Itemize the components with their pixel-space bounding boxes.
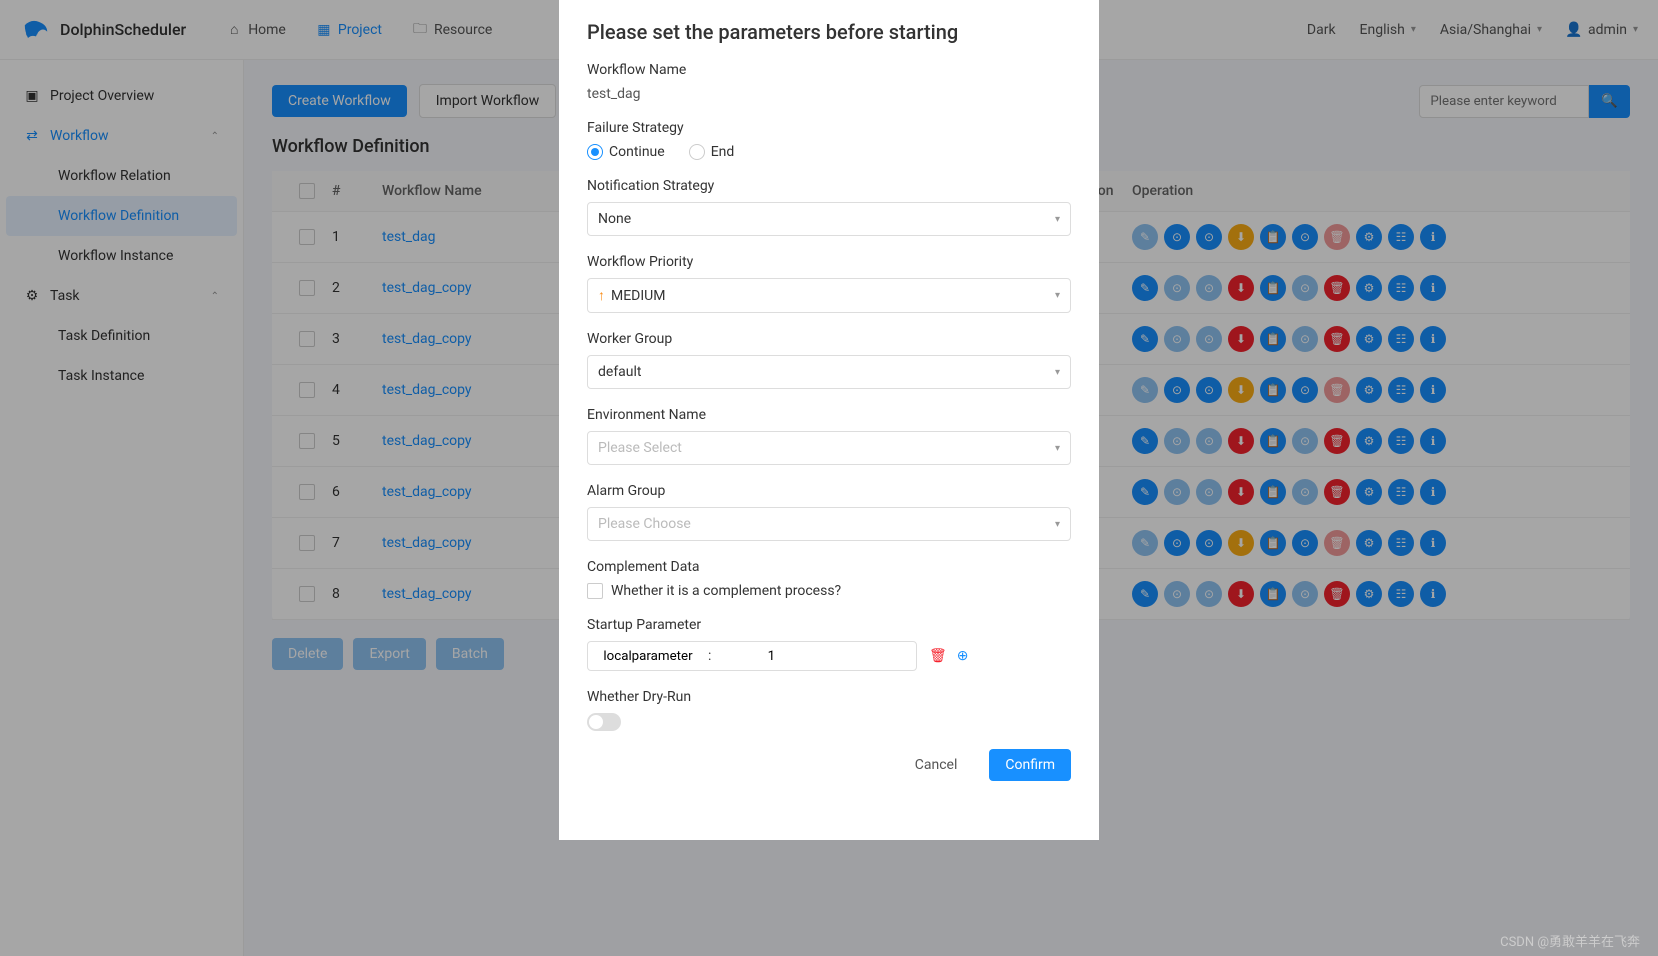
param-separator: :: [708, 648, 711, 664]
add-param-icon[interactable]: ⊕: [957, 648, 969, 664]
complement-label: Complement Data: [587, 559, 1071, 575]
arrow-up-icon: ↑: [598, 288, 605, 304]
cancel-button[interactable]: Cancel: [899, 749, 974, 781]
checkbox-icon: [587, 583, 603, 599]
radio-unchecked-icon: [689, 144, 705, 160]
modal-title: Please set the parameters before startin…: [587, 20, 1071, 44]
notification-strategy-label: Notification Strategy: [587, 178, 1071, 194]
workflow-name-label: Workflow Name: [587, 62, 1071, 78]
failure-continue-radio[interactable]: Continue: [587, 144, 665, 160]
startup-param-row: :: [587, 641, 917, 671]
alarm-group-select[interactable]: Please Choose▾: [587, 507, 1071, 541]
complement-checkbox-row[interactable]: Whether it is a complement process?: [587, 583, 1071, 599]
dryrun-label: Whether Dry-Run: [587, 689, 1071, 705]
alarm-group-label: Alarm Group: [587, 483, 1071, 499]
priority-select[interactable]: ↑MEDIUM▾: [587, 278, 1071, 313]
worker-group-label: Worker Group: [587, 331, 1071, 347]
chevron-down-icon: ▾: [1055, 214, 1060, 225]
delete-param-icon[interactable]: 🗑: [929, 648, 947, 664]
param-key-input[interactable]: [598, 649, 698, 664]
worker-group-select[interactable]: default▾: [587, 355, 1071, 389]
env-name-select[interactable]: Please Select▾: [587, 431, 1071, 465]
chevron-down-icon: ▾: [1055, 443, 1060, 454]
env-name-label: Environment Name: [587, 407, 1071, 423]
watermark: CSDN @勇敢羊羊在飞奔: [1500, 931, 1640, 950]
modal-overlay[interactable]: Please set the parameters before startin…: [0, 0, 1658, 956]
workflow-name-value: test_dag: [587, 86, 1071, 102]
failure-strategy-label: Failure Strategy: [587, 120, 1071, 136]
param-value-input[interactable]: [721, 649, 821, 664]
priority-label: Workflow Priority: [587, 254, 1071, 270]
dryrun-switch[interactable]: [587, 713, 621, 731]
chevron-down-icon: ▾: [1055, 290, 1060, 301]
failure-end-radio[interactable]: End: [689, 144, 735, 160]
startup-param-label: Startup Parameter: [587, 617, 1071, 633]
chevron-down-icon: ▾: [1055, 367, 1060, 378]
chevron-down-icon: ▾: [1055, 519, 1060, 530]
start-params-modal: Please set the parameters before startin…: [559, 0, 1099, 840]
radio-checked-icon: [587, 144, 603, 160]
confirm-button[interactable]: Confirm: [989, 749, 1071, 781]
notification-select[interactable]: None▾: [587, 202, 1071, 236]
